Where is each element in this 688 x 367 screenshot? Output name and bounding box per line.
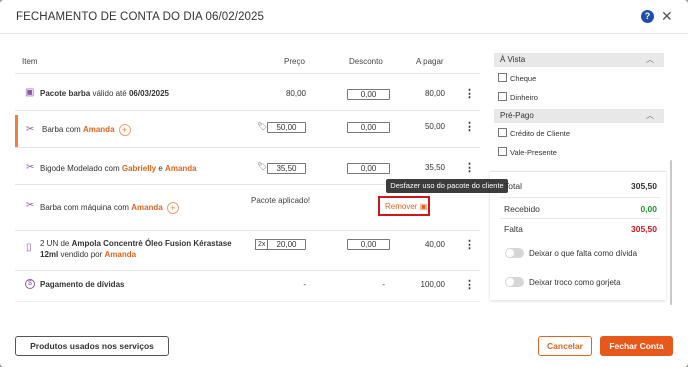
total-label: Total [504,181,522,191]
discount-input[interactable]: 0,00 [347,239,390,250]
row-menu-icon[interactable]: ⋮ [464,88,475,100]
checkbox-vale[interactable] [498,147,507,156]
option-label: Dinheiro [510,93,538,102]
section-prepago[interactable]: Pré-Pago ︿ [494,109,664,123]
item-description: Pagamento de dívidas [40,280,125,289]
item-description-line2: 12ml vendido por Amanda [40,250,137,259]
add-professional-icon[interactable]: + [166,202,179,214]
coin-icon: $ [25,279,35,289]
package-applied-label: Pacote aplicado! [251,196,311,205]
discount-input[interactable]: 0,00 [347,122,390,133]
package-icon: ▣ [25,87,35,98]
item-description: Pacote barba válido até 06/03/2025 [40,89,170,98]
row-menu-icon[interactable]: ⋮ [464,162,475,174]
option-label: Vale-Presente [510,148,557,157]
checkbox-credito[interactable] [498,128,507,137]
discount-value: - [382,280,385,289]
modal-title: FECHAMENTO DE CONTA DO DIA 06/02/2025 [16,11,265,23]
total-amount: 305,50 [631,181,657,191]
section-avista[interactable]: À Vista ︿ [494,53,664,67]
column-preco: Preço [284,57,305,66]
close-account-modal: FECHAMENTO DE CONTA DO DIA 06/02/2025 ? … [0,0,688,367]
column-item: Item [22,57,38,66]
item-description: Bigode Modelado com Gabrielly e Amanda [40,164,197,173]
received-label: Recebido [504,204,540,214]
toggle-debt-label: Deixar o que falta como dívida [529,249,638,258]
item-description: Barba com Amanda + [42,124,131,136]
checkbox-cheque[interactable] [498,73,507,82]
close-account-button[interactable]: Fechar Conta [600,336,673,356]
option-label: Cheque [510,74,537,83]
scissors-icon: ✂ [26,162,35,173]
table-row: ▯ 2 UN de Ampola Concentrè Óleo Fusion K… [15,231,480,271]
chevron-up-icon: ︿ [646,55,654,64]
row-menu-icon[interactable]: ⋮ [464,121,475,133]
remaining-amount: 305,50 [631,224,657,234]
calendar-icon: ▣ [419,202,428,211]
price-value: 80,00 [285,89,306,98]
divider [500,197,660,198]
checkbox-dinheiro[interactable] [498,92,507,101]
total-value: 50,00 [424,122,445,131]
item-description: 2 UN de Ampola Concentrè Óleo Fusion Kér… [40,239,232,248]
divider [15,301,480,302]
add-professional-icon[interactable]: + [118,124,131,136]
scissors-icon: ✂ [26,200,35,211]
modal-header: FECHAMENTO DE CONTA DO DIA 06/02/2025 ? … [0,0,688,34]
column-apagar: A pagar [416,57,444,66]
row-menu-icon[interactable]: ⋮ [464,279,475,291]
option-label: Crédito de Cliente [510,129,571,138]
table-row: ✂ Barba com Amanda + 🏷 50,00 0,00 50,00 ⋮ [15,111,480,148]
toggle-tip-label: Deixar troco como gorjeta [529,278,621,287]
toggle-debt[interactable] [505,248,524,258]
tag-icon: 🏷 [257,162,268,171]
close-icon[interactable]: ✕ [661,7,673,25]
discount-input[interactable]: 0,00 [347,163,390,174]
price-input[interactable]: 35,50 [267,163,306,174]
remaining-label: Falta [504,224,523,234]
total-value: 100,00 [420,280,445,289]
total-value: 35,50 [424,163,445,172]
help-icon[interactable]: ? [641,10,654,23]
remove-package-link[interactable]: Remover ▣ [385,202,427,211]
price-input[interactable]: 50,00 [267,122,306,133]
scrollbar[interactable] [670,160,672,305]
products-used-button[interactable]: Produtos usados nos serviços [15,336,169,356]
column-desconto: Desconto [349,57,383,66]
chevron-up-icon: ︿ [646,111,654,120]
tag-icon: 🏷 [257,122,268,131]
scissors-icon: ✂ [26,124,35,135]
row-menu-icon[interactable]: ⋮ [464,239,475,251]
table-row: ▣ Pacote barba válido até 06/03/2025 80,… [15,74,480,111]
item-description: Barba com máquina com Amanda + [40,202,179,214]
price-input[interactable]: 20,00 [267,239,306,250]
divider [500,218,660,219]
received-amount: 0,00 [640,204,657,214]
row-accent [15,115,18,147]
total-value: 80,00 [424,89,445,98]
discount-input[interactable]: 0,00 [347,89,390,100]
total-value: 40,00 [424,240,445,249]
table-row: $ Pagamento de dívidas - - 100,00 ⋮ [15,271,480,301]
bottle-icon: ▯ [26,242,32,253]
price-value: - [303,280,306,289]
cancel-button[interactable]: Cancelar [538,336,592,356]
toggle-tip[interactable] [505,277,524,287]
